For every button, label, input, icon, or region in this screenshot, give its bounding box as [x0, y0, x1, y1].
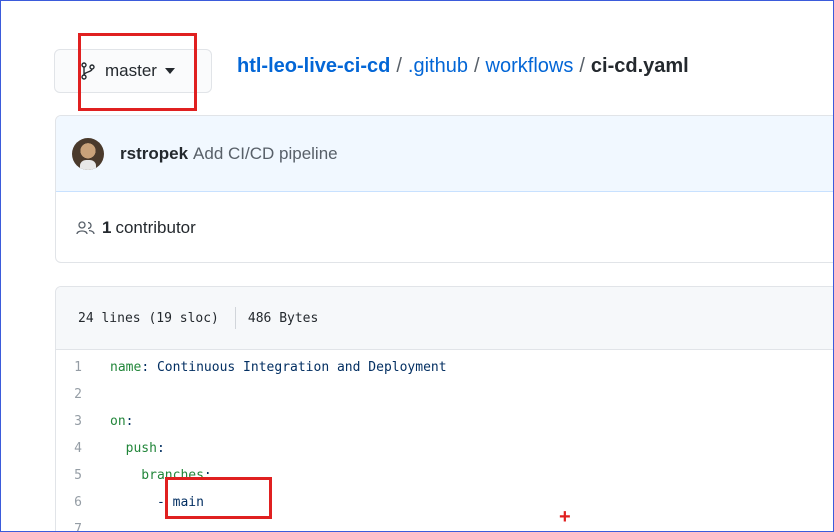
- file-size: 486 Bytes: [247, 310, 319, 326]
- file-line-count: 24 lines (19 sloc): [78, 310, 219, 326]
- breadcrumb: htl-leo-live-ci-cd / .github / workflows / ci-…: [237, 55, 689, 78]
- line-number[interactable]: 7: [56, 522, 110, 531]
- avatar[interactable]: [72, 137, 104, 170]
- crosshair-cursor-icon: +: [559, 506, 571, 528]
- caret-down-icon: [164, 68, 175, 74]
- breadcrumb-folder-workflows[interactable]: workflows: [486, 55, 574, 77]
- line-content: push:: [110, 441, 165, 456]
- breadcrumb-file-name: ci-cd.yaml: [590, 55, 689, 77]
- commit-author-link[interactable]: rstropek: [120, 144, 188, 164]
- contributors-row[interactable]: 1 contributor: [56, 192, 833, 262]
- code-line: 2: [56, 381, 833, 408]
- breadcrumb-repo-link[interactable]: htl-leo-live-ci-cd: [237, 55, 390, 77]
- branch-select-button[interactable]: master: [54, 49, 212, 93]
- line-content: - main: [110, 495, 204, 510]
- contributor-count: 1: [102, 218, 112, 237]
- file-viewer: 24 lines (19 sloc) 486 Bytes 1 name: Con…: [55, 286, 833, 531]
- line-content: branches:: [110, 468, 212, 483]
- file-info-header: 24 lines (19 sloc) 486 Bytes: [56, 287, 833, 350]
- breadcrumb-separator: /: [396, 55, 402, 77]
- code-line: 3 on:: [56, 408, 833, 435]
- contributor-label: contributor: [115, 218, 196, 237]
- yaml-key: on: [110, 414, 126, 429]
- yaml-key: push: [110, 441, 157, 456]
- line-content: name: Continuous Integration and Deploym…: [110, 360, 447, 375]
- line-content: on:: [110, 414, 133, 429]
- screenshot-frame: master htl-leo-live-ci-cd / .github / workfl…: [0, 0, 834, 532]
- line-number[interactable]: 6: [56, 495, 110, 510]
- file-info-divider: [234, 307, 236, 329]
- git-branch-icon: [81, 62, 95, 80]
- yaml-value: :: [125, 414, 134, 429]
- code-line: 1 name: Continuous Integration and Deplo…: [56, 354, 833, 381]
- code-view: 1 name: Continuous Integration and Deplo…: [56, 350, 833, 531]
- code-line: 6 - main: [56, 489, 833, 516]
- breadcrumb-separator: /: [579, 55, 585, 77]
- yaml-value: :: [203, 468, 212, 483]
- line-number[interactable]: 1: [56, 360, 110, 375]
- code-line: 7: [56, 516, 833, 531]
- branch-label: master: [105, 61, 157, 80]
- yaml-key: name: [110, 360, 142, 375]
- code-line: 4 push:: [56, 435, 833, 462]
- yaml-value: : Continuous Integration and Deployment: [141, 360, 447, 375]
- code-line: 5 branches:: [56, 462, 833, 489]
- line-number[interactable]: 4: [56, 441, 110, 456]
- latest-commit-row: rstropek Add CI/CD pipeline: [56, 116, 833, 192]
- commit-message-link[interactable]: Add CI/CD pipeline: [193, 144, 338, 164]
- yaml-key: branches: [110, 468, 204, 483]
- yaml-value: :: [156, 441, 165, 456]
- breadcrumb-folder-github[interactable]: .github: [408, 55, 468, 77]
- yaml-value: - main: [110, 495, 204, 510]
- line-number[interactable]: 5: [56, 468, 110, 483]
- commit-box: rstropek Add CI/CD pipeline 1 contributo…: [55, 115, 833, 263]
- line-number[interactable]: 2: [56, 387, 110, 402]
- people-icon: [76, 220, 96, 236]
- breadcrumb-separator: /: [473, 55, 480, 77]
- line-number[interactable]: 3: [56, 414, 110, 429]
